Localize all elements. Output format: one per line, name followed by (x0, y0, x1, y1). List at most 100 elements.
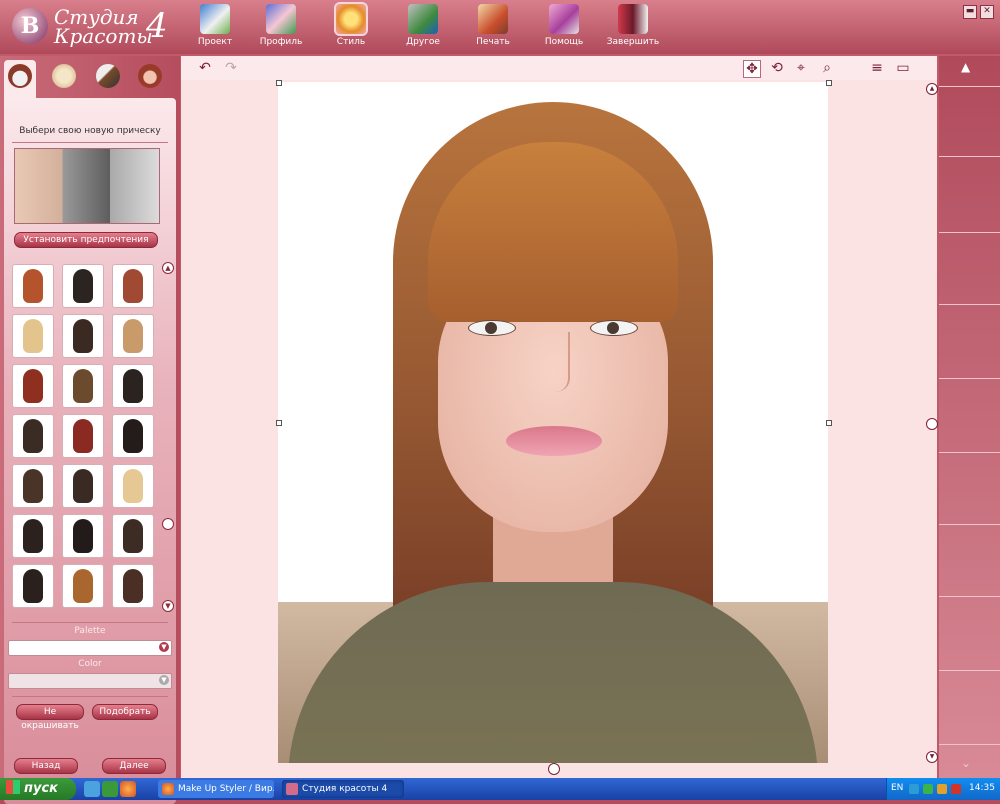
menu-icon[interactable]: ≡ (869, 60, 885, 76)
hairstyle-thumbnail[interactable] (12, 564, 54, 608)
hairstyle-thumbnail[interactable] (112, 464, 154, 508)
back-button[interactable]: Назад (14, 758, 78, 774)
menu-other[interactable]: Другое (393, 4, 453, 52)
left-panel: Выбери свою новую прическу Установить пр… (0, 56, 180, 804)
menu-help-label: Помощь (544, 37, 584, 47)
task-button-active[interactable]: Студия красоты 4 (282, 780, 404, 798)
rotate-icon[interactable]: ⟲ (769, 60, 785, 76)
next-button[interactable]: Далее (102, 758, 166, 774)
menu-help[interactable]: Помощь (534, 4, 594, 52)
desktop-icon[interactable] (84, 781, 100, 797)
scroll-up-icon[interactable]: ▲ (162, 262, 174, 274)
divider (939, 304, 1000, 305)
menu-style[interactable]: Стиль (321, 4, 381, 52)
pick-button[interactable]: Подобрать (92, 704, 158, 720)
hairstyle-thumbnail[interactable] (112, 364, 154, 408)
center-icon[interactable]: ⌖ (793, 60, 809, 76)
no-color-button[interactable]: Не окрашивать (16, 704, 84, 731)
palette-select[interactable]: ▼ (8, 640, 172, 656)
hairstyle-thumbnail[interactable] (62, 314, 104, 358)
taskbar: пуск Make Up Styler / Вир... Студия крас… (0, 778, 1000, 800)
menu-print[interactable]: Печать (463, 4, 523, 52)
hairstyle-thumbnail[interactable] (112, 264, 154, 308)
language-indicator[interactable]: EN (891, 783, 903, 793)
hairstyle-thumbnail[interactable] (12, 314, 54, 358)
menu-profile[interactable]: Профиль (251, 4, 311, 52)
vertical-scroll-thumb[interactable] (926, 418, 938, 430)
hairstyle-thumbnail[interactable] (112, 514, 154, 558)
divider (12, 696, 168, 697)
view-icon[interactable]: ▭ (895, 60, 911, 76)
tab-hairstyle[interactable] (4, 60, 36, 98)
antivirus-icon[interactable] (951, 784, 961, 794)
scroll-down-icon[interactable]: ▼ (926, 751, 938, 763)
left-eye (468, 320, 516, 336)
scroll-up-icon[interactable]: ▲ (926, 83, 938, 95)
hairstyle-thumbnail[interactable] (62, 564, 104, 608)
task-button[interactable]: Make Up Styler / Вир... (158, 780, 274, 798)
start-button[interactable]: пуск (0, 778, 76, 800)
canvas-area: ↶ ↷ ✥ ⟲ ⌖ ⌕ ≡ ▭ ▲ ▼ (181, 56, 938, 778)
set-preferences-button[interactable]: Установить предпочтения (14, 232, 158, 248)
tab-makeup[interactable] (48, 60, 80, 92)
tab-brush[interactable] (92, 60, 124, 92)
tray-app-icon[interactable] (923, 784, 933, 794)
minimize-button[interactable]: ▬ (963, 5, 977, 19)
redo-icon[interactable]: ↷ (223, 60, 239, 76)
hairstyle-thumbnail[interactable] (62, 364, 104, 408)
menu-profile-label: Профиль (259, 37, 303, 47)
right-scroller: ▲ ⌄ (939, 56, 1000, 778)
resize-handle[interactable] (276, 80, 282, 86)
beauty-studio-icon (286, 783, 298, 795)
divider (939, 452, 1000, 453)
hairstyle-thumbnail[interactable] (112, 314, 154, 358)
hairstyle-thumbnail[interactable] (12, 514, 54, 558)
move-icon[interactable]: ✥ (743, 60, 761, 78)
hairstyle-thumbnail[interactable] (12, 364, 54, 408)
hairstyle-scrollbar[interactable]: ▲ ▼ (162, 262, 174, 612)
menu-project[interactable]: Проект (185, 4, 245, 52)
windows-logo-icon (6, 780, 20, 794)
project-icon (200, 4, 230, 34)
hairstyle-thumbnail[interactable] (62, 464, 104, 508)
clock: 14:35 (969, 783, 995, 793)
hairstyle-thumbnail[interactable] (12, 264, 54, 308)
nose (538, 332, 570, 392)
hairstyle-thumbnail[interactable] (62, 514, 104, 558)
quicklaunch-app-icon[interactable] (102, 781, 118, 797)
logo-version: 4 (146, 6, 168, 46)
divider (939, 744, 1000, 745)
menu-exit[interactable]: Завершить (603, 4, 663, 52)
face-type-selector[interactable] (14, 148, 160, 224)
firefox-icon (162, 783, 174, 795)
horizontal-scroll-thumb[interactable] (548, 763, 560, 775)
scroll-down-icon[interactable]: ⌄ (961, 756, 971, 770)
hairstyle-thumbnail[interactable] (112, 564, 154, 608)
color-select[interactable]: ▼ (8, 673, 172, 689)
tray-app-icon[interactable] (937, 784, 947, 794)
resize-handle[interactable] (276, 420, 282, 426)
scroll-up-icon[interactable]: ▲ (961, 60, 970, 74)
scroll-thumb[interactable] (162, 518, 174, 530)
resize-handle[interactable] (826, 80, 832, 86)
right-eye (590, 320, 638, 336)
portrait-photo[interactable] (278, 82, 828, 763)
hairstyle-thumbnail[interactable] (112, 414, 154, 458)
hairstyle-thumbnail[interactable] (62, 414, 104, 458)
zoom-icon[interactable]: ⌕ (819, 60, 835, 76)
lips (506, 426, 602, 456)
hairstyle-thumbnail[interactable] (12, 414, 54, 458)
divider (939, 232, 1000, 233)
firefox-icon[interactable] (120, 781, 136, 797)
hairstyle-tab-icon (8, 64, 32, 88)
scroll-down-icon[interactable]: ▼ (162, 600, 174, 612)
resize-handle[interactable] (826, 420, 832, 426)
network-icon[interactable] (909, 784, 919, 794)
hairstyle-thumbnail[interactable] (12, 464, 54, 508)
undo-icon[interactable]: ↶ (197, 60, 213, 76)
tab-photo[interactable] (134, 60, 166, 92)
close-button[interactable]: ✕ (980, 5, 994, 19)
hairstyle-thumbnail[interactable] (62, 264, 104, 308)
photo-tab-icon (138, 64, 162, 88)
task-label: Make Up Styler / Вир... (178, 784, 274, 794)
